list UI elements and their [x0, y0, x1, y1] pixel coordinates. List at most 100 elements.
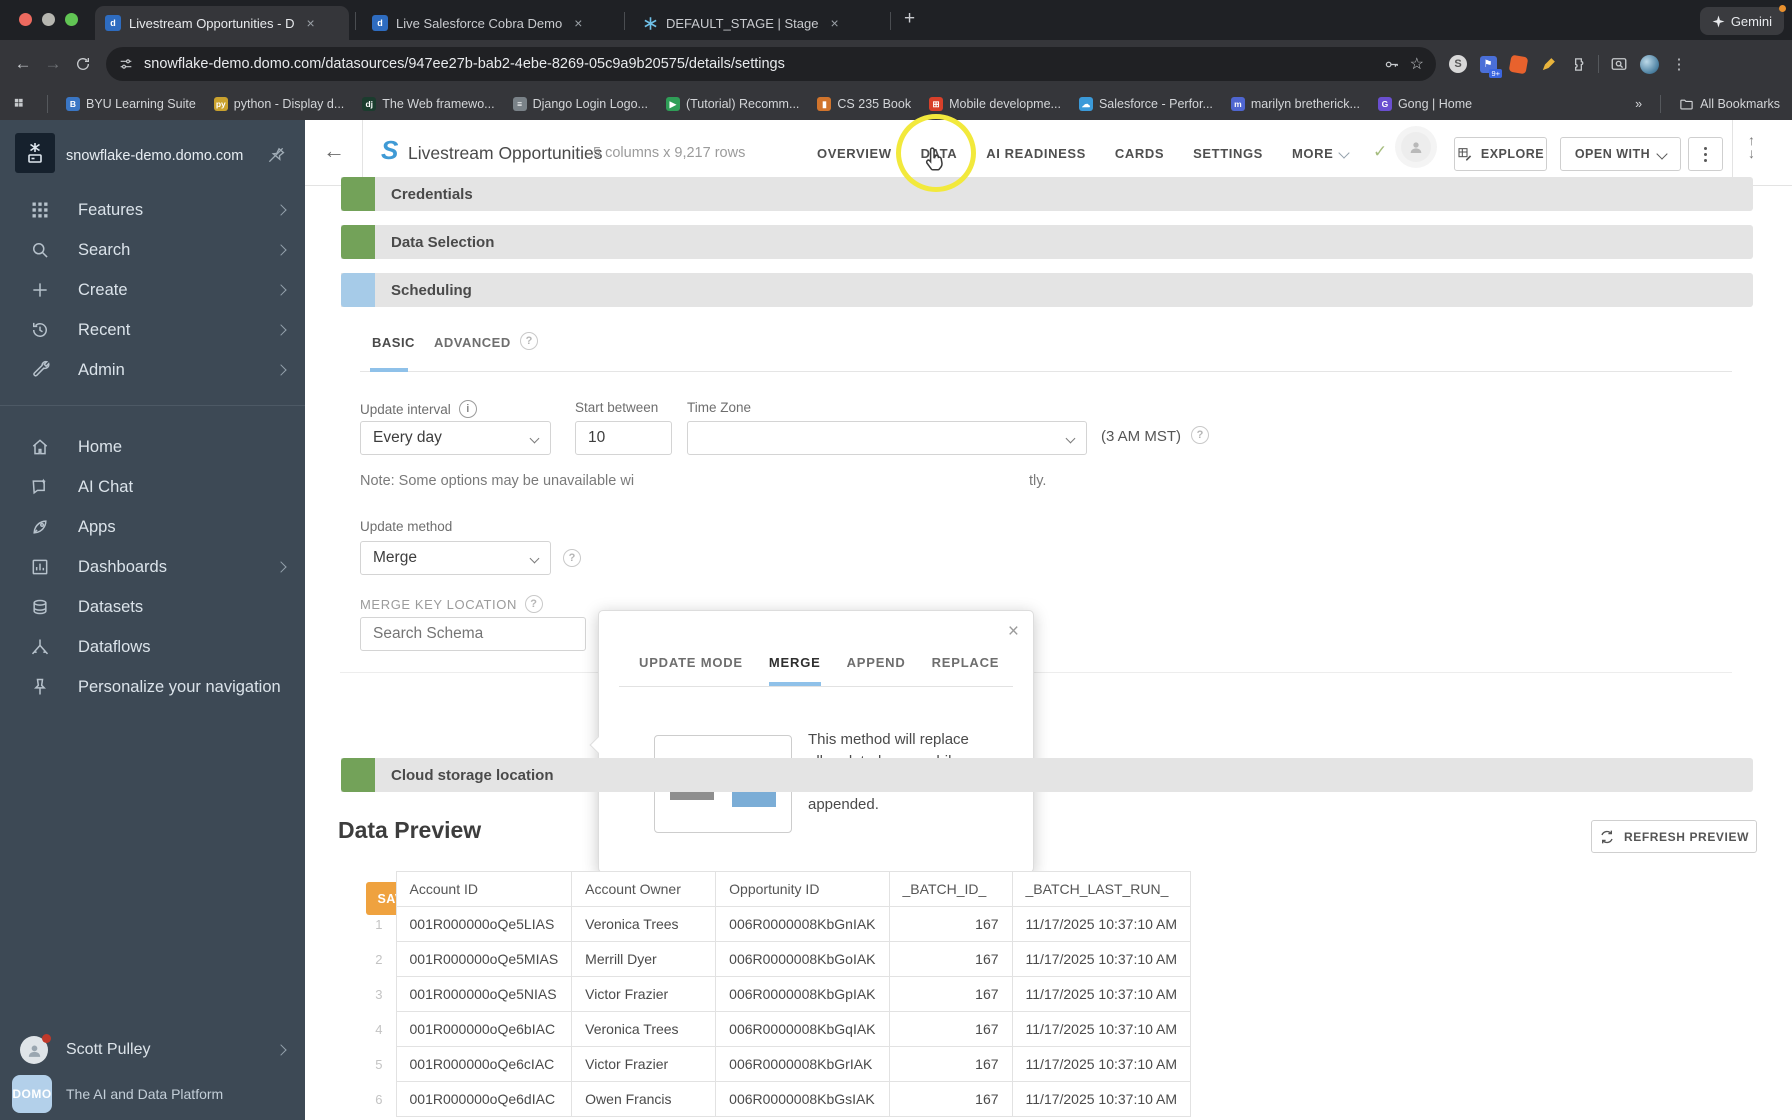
sidebar-item-features[interactable]: Features: [0, 190, 305, 230]
browser-tab-3[interactable]: DEFAULT_STAGE | Stage ×: [632, 6, 884, 40]
bookmark-item[interactable]: ⊞ Mobile developme...: [929, 97, 1061, 111]
refresh-icon: [1601, 830, 1613, 843]
dataflow-branch-icon: [30, 637, 54, 657]
user-menu[interactable]: Scott Pulley: [0, 1028, 305, 1072]
browser-tab-1[interactable]: d Livestream Opportunities - D ×: [95, 6, 349, 40]
window-zoom-button[interactable]: [65, 13, 78, 26]
forward-icon[interactable]: →: [38, 54, 68, 74]
tab-advanced[interactable]: ADVANCED: [434, 335, 511, 350]
chrome-menu-icon[interactable]: ⋮: [1669, 54, 1689, 74]
scroll-jump-control[interactable]: ↑ ↓: [1748, 133, 1755, 161]
bookmark-item[interactable]: ▶ (Tutorial) Recomm...: [665, 97, 799, 111]
bookmark-item[interactable]: m marilyn bretherick...: [1230, 97, 1360, 111]
tab-close-icon[interactable]: ×: [574, 15, 582, 31]
sidebar-item-datasets[interactable]: Datasets: [0, 587, 305, 627]
time-zone-select[interactable]: [687, 421, 1087, 455]
unpin-sidebar-icon[interactable]: [266, 145, 286, 165]
column-header[interactable]: _BATCH_LAST_RUN_: [1011, 871, 1192, 907]
bookmarks-overflow-chevron[interactable]: »: [1635, 97, 1642, 111]
browser-tab-2[interactable]: d Live Salesforce Cobra Demo ×: [362, 6, 618, 40]
all-bookmarks-button[interactable]: All Bookmarks: [1679, 97, 1780, 112]
tab-overview[interactable]: OVERVIEW: [817, 146, 892, 161]
apps-grid-icon[interactable]: [12, 96, 29, 113]
window-minimize-button[interactable]: [42, 13, 55, 26]
section-scheduling[interactable]: Scheduling: [341, 273, 1753, 307]
sidebar-item-recent[interactable]: Recent: [0, 310, 305, 350]
tab-more[interactable]: MORE: [1292, 146, 1351, 161]
sidebar-item-personalize[interactable]: Personalize your navigation: [0, 667, 305, 707]
column-header[interactable]: Opportunity ID: [715, 871, 890, 907]
bookmark-star-icon[interactable]: ☆: [1410, 54, 1424, 74]
bookmark-item[interactable]: G Gong | Home: [1377, 97, 1472, 111]
instance-logo[interactable]: [15, 133, 55, 173]
arrow-down-icon[interactable]: ↓: [1748, 145, 1755, 161]
extension-pen-icon[interactable]: [1538, 54, 1558, 74]
bookmark-item[interactable]: ▮ CS 235 Book: [817, 97, 911, 111]
tab-ai-readiness[interactable]: AI READINESS: [986, 146, 1086, 161]
close-icon[interactable]: ×: [1008, 621, 1019, 643]
open-with-button[interactable]: OPEN WITH: [1560, 137, 1681, 171]
bookmark-item[interactable]: B BYU Learning Suite: [66, 97, 196, 111]
help-icon[interactable]: ?: [524, 595, 543, 613]
gemini-button[interactable]: Gemini: [1699, 5, 1786, 35]
reload-icon[interactable]: [68, 56, 98, 72]
refresh-preview-button[interactable]: REFRESH PREVIEW: [1591, 820, 1757, 853]
popup-tab-update-mode[interactable]: UPDATE MODE: [639, 655, 743, 686]
extension-s-icon[interactable]: S: [1448, 54, 1468, 74]
sidebar-item-ai-chat[interactable]: AI Chat: [0, 467, 305, 507]
info-icon[interactable]: i: [458, 400, 477, 418]
section-cloud-storage[interactable]: Cloud storage location: [341, 758, 1753, 792]
sidebar-item-dataflows[interactable]: Dataflows: [0, 627, 305, 667]
status-check-icon: ✓: [1373, 142, 1388, 161]
popup-tab-merge[interactable]: MERGE: [768, 655, 821, 686]
merge-key-search-input[interactable]: [360, 617, 586, 651]
tab-basic[interactable]: BASIC: [372, 335, 415, 350]
site-settings-icon[interactable]: [118, 56, 134, 72]
back-icon[interactable]: ←: [8, 54, 38, 74]
start-between-select[interactable]: 10: [575, 421, 672, 455]
main-content: ← S Livestream Opportunities 5 columns x…: [305, 120, 1792, 1120]
chevron-down-icon: [529, 553, 540, 563]
extensions-puzzle-icon[interactable]: [1568, 54, 1588, 74]
explore-button[interactable]: EXPLORE: [1454, 137, 1547, 171]
sidebar-item-apps[interactable]: Apps: [0, 507, 305, 547]
bookmark-item[interactable]: ☁ Salesforce - Perfor...: [1078, 97, 1213, 111]
extension-orange-icon[interactable]: [1508, 54, 1528, 74]
section-credentials[interactable]: Credentials: [341, 177, 1753, 211]
bookmark-item[interactable]: py python - Display d...: [213, 97, 344, 111]
bookmark-item[interactable]: dj The Web framewo...: [362, 97, 495, 111]
new-tab-button[interactable]: +: [904, 8, 915, 30]
update-method-help-icon[interactable]: ?: [563, 549, 581, 567]
owner-avatar[interactable]: [1401, 132, 1431, 162]
sidebar-item-search[interactable]: Search: [0, 230, 305, 270]
sidebar-item-home[interactable]: Home: [0, 427, 305, 467]
tab-close-icon[interactable]: ×: [830, 15, 838, 31]
address-bar[interactable]: snowflake-demo.domo.com/datasources/947e…: [106, 47, 1436, 81]
popup-tab-append[interactable]: APPEND: [847, 655, 906, 686]
column-header[interactable]: _BATCH_ID_: [888, 871, 1013, 907]
popup-tab-replace[interactable]: REPLACE: [932, 655, 1000, 686]
section-data-selection[interactable]: Data Selection: [341, 225, 1753, 259]
tab-cards[interactable]: CARDS: [1115, 146, 1164, 161]
bookmark-item[interactable]: ≡ Django Login Logo...: [512, 97, 648, 111]
help-icon[interactable]: ?: [1191, 426, 1209, 444]
more-actions-kebab-button[interactable]: [1688, 137, 1723, 171]
back-arrow-icon[interactable]: ←: [323, 138, 345, 164]
password-key-icon[interactable]: [1383, 56, 1400, 73]
column-header[interactable]: Account Owner: [571, 871, 717, 907]
tab-search-icon[interactable]: [1609, 54, 1629, 74]
extension-flag-icon[interactable]: ⚑ 9+: [1478, 54, 1502, 78]
sidebar-item-dashboards[interactable]: Dashboards: [0, 547, 305, 587]
tab-close-icon[interactable]: ×: [306, 15, 314, 31]
notification-dot: [42, 1034, 51, 1043]
update-interval-select[interactable]: Every day: [360, 421, 551, 455]
sidebar-item-admin[interactable]: Admin: [0, 350, 305, 390]
help-icon[interactable]: ?: [520, 332, 538, 350]
tab-settings[interactable]: SETTINGS: [1193, 146, 1263, 161]
column-header[interactable]: Account ID: [395, 871, 573, 907]
window-close-button[interactable]: [19, 13, 32, 26]
profile-avatar[interactable]: [1639, 54, 1659, 74]
update-method-select[interactable]: Merge: [360, 541, 551, 575]
sidebar-item-create[interactable]: Create: [0, 270, 305, 310]
ai-chat-icon: [30, 477, 54, 497]
